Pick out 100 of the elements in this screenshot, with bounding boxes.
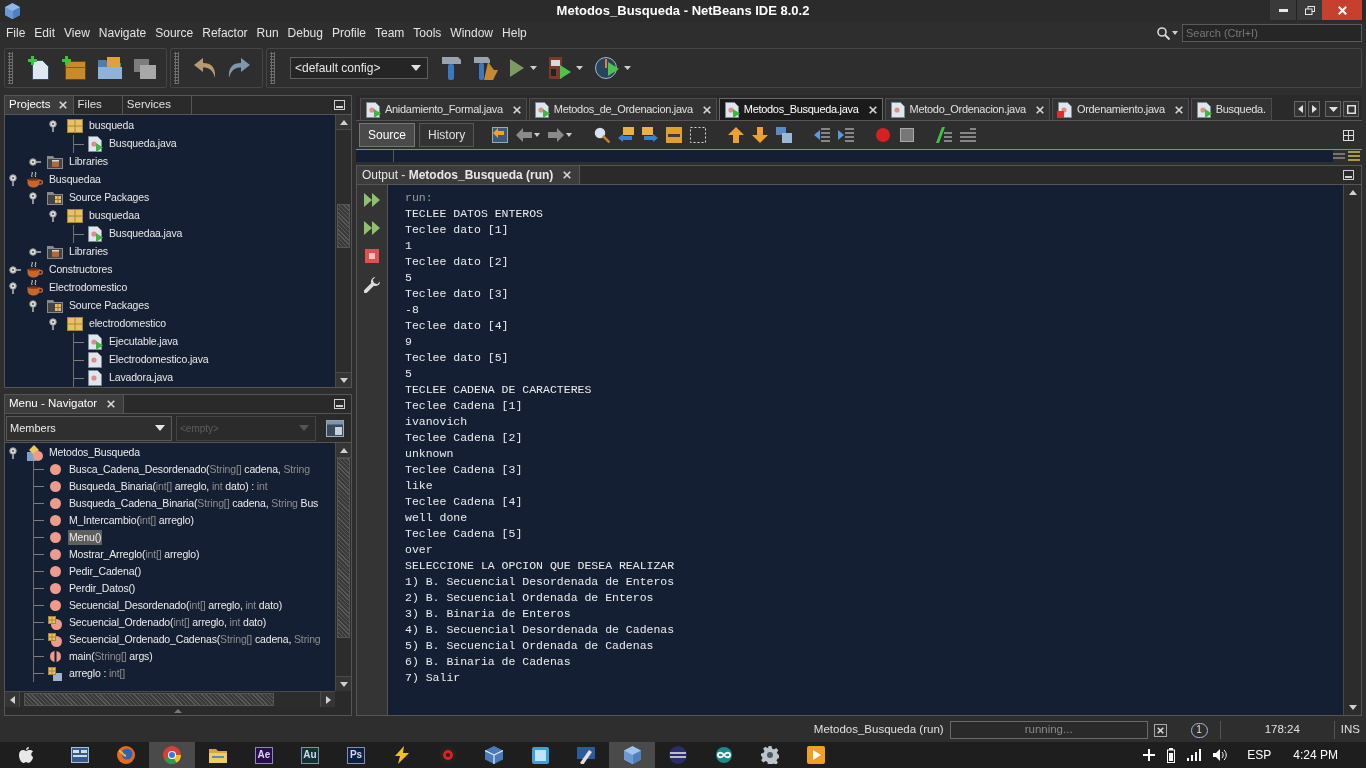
menu-item[interactable]: Help [498,24,531,42]
toolbar-grip[interactable] [174,52,179,84]
up-arrow-icon[interactable] [728,127,745,143]
find-previous-icon[interactable] [618,127,635,143]
plus-icon[interactable] [1143,749,1156,761]
expander-icon[interactable] [9,266,21,274]
caret-icon[interactable] [624,66,631,70]
gauge-icon[interactable] [595,56,619,80]
down-arrow-icon[interactable] [339,377,348,383]
close-icon[interactable] [1156,726,1164,734]
close-icon[interactable] [107,400,116,408]
expander-icon[interactable] [29,192,37,204]
expander-icon[interactable] [29,158,41,166]
up-arrow-icon[interactable] [339,119,348,125]
new-file-icon[interactable] [28,56,50,80]
tree-item-label[interactable]: busqueda [89,118,134,134]
scrollbar[interactable] [5,691,335,707]
menu-item[interactable]: View [60,24,94,42]
search-icon[interactable] [594,127,611,143]
member-label[interactable]: Pedir_Cadena() [68,563,143,580]
down-arrow-icon[interactable] [1348,705,1357,710]
scrollbar-thumb[interactable] [24,693,274,706]
open-folder-icon[interactable] [98,57,122,79]
config-dropdown[interactable]: <default config> [290,57,428,79]
expander-icon[interactable] [29,248,41,256]
editor-tab[interactable]: Busqueda. [1190,98,1272,120]
expander-icon[interactable] [9,174,17,186]
battery-icon[interactable] [1167,747,1176,763]
tree-item-label[interactable]: Busqueda.java [109,136,177,152]
member-label[interactable]: Menu() [68,529,103,546]
tree-item-label[interactable]: Metodos_Busqueda [49,444,140,461]
right-arrow-icon[interactable] [548,127,565,143]
close-button[interactable] [1322,0,1362,20]
close-icon[interactable] [868,105,877,114]
pages-icon[interactable] [134,57,156,79]
menu-item[interactable]: Refactor [198,24,252,42]
overlapping-squares-icon[interactable] [776,127,793,143]
double-line-icon[interactable] [1333,153,1345,159]
member-label[interactable]: arreglo : int[] [68,665,127,682]
search-field[interactable]: Search (Ctrl+I) [1182,24,1362,42]
editor-tab[interactable]: Anidamiento_Formal.java [360,98,527,120]
wrench-icon[interactable] [364,277,380,293]
tree-item-label[interactable]: Constructores [49,262,113,278]
editor-tab[interactable]: Ordenamiento.java [1051,98,1189,120]
language-indicator[interactable]: ESP [1247,746,1272,764]
signal-icon[interactable] [1187,749,1202,761]
taskbar-button[interactable]: Ae [241,742,287,768]
tree-item-label[interactable]: Busquedaa [49,172,101,188]
hammer-broom-icon[interactable] [474,56,498,80]
record-icon[interactable] [876,128,891,142]
expander-icon[interactable] [9,446,17,459]
down-arrow-icon[interactable] [339,681,348,687]
tree-item-label[interactable]: Source Packages [69,190,150,206]
close-icon[interactable] [702,105,711,114]
members-dropdown[interactable]: Members [6,415,172,441]
member-label[interactable]: Busqueda_Binaria(int[] arreglo, int dato) : int [68,478,269,495]
menu-item[interactable]: Profile [328,24,370,42]
down-arrow-icon[interactable] [1328,106,1338,112]
down-arrow-icon[interactable] [752,127,769,143]
close-icon[interactable] [1035,105,1044,114]
slash-lines-icon[interactable] [936,127,953,143]
editor-tab[interactable]: Metodos_Busqueda.java [718,98,883,120]
minimize-button[interactable] [1270,0,1296,20]
editor-tab[interactable]: Metodos_de_Ordenacion.java [528,98,717,120]
undo-icon[interactable] [194,58,216,78]
find-next-icon[interactable] [642,127,659,143]
caret-icon[interactable] [530,66,537,70]
member-label[interactable]: Secuencial_Ordenado_Cadenas(String[] cadena, String [68,631,322,648]
clock-text[interactable]: 4:24 PM [1293,746,1338,764]
up-arrow-icon[interactable] [339,447,348,453]
caret-icon[interactable] [576,66,583,70]
menu-item[interactable]: Team [371,24,409,42]
member-label[interactable]: Secuencial_Ordenado(int[] arreglo, int dato) [68,614,268,631]
member-label[interactable]: Mostrar_Arreglo(int[] arreglo) [68,546,201,563]
restore-button[interactable] [1296,0,1322,20]
right-arrow-icon[interactable] [1311,105,1317,113]
resize-handle-icon[interactable] [174,709,182,713]
lines-icon[interactable] [960,127,977,143]
expander-icon[interactable] [29,300,37,312]
tree-item-label[interactable]: Busquedaa.java [109,226,183,242]
view-toggle[interactable]: History [419,123,475,147]
member-label[interactable]: Busca_Cadena_Desordenado(String[] cadena, String [68,461,311,478]
member-label[interactable]: Busqueda_Cadena_Binaria(String[] cadena, String Bus [68,495,320,512]
scrollbar[interactable] [335,115,351,387]
tree-item-label[interactable]: Ejecutable.java [109,334,178,350]
shift-left-icon[interactable] [814,127,831,143]
member-label[interactable]: Perdir_Datos() [68,580,137,597]
close-icon[interactable] [58,101,67,109]
caret-icon[interactable] [155,425,165,431]
menu-item[interactable]: Run [252,24,283,42]
editor-area[interactable] [356,149,1362,162]
double-play-icon[interactable] [364,221,380,235]
scrollbar-thumb[interactable] [337,204,350,248]
scrollbar[interactable] [335,443,351,691]
stop-icon[interactable] [900,128,915,142]
menu-item[interactable]: Window [446,24,498,42]
tree-item-label[interactable]: Source Packages [69,298,150,314]
tree-item-label[interactable]: Libraries [69,244,108,260]
member-label[interactable]: Secuencial_Desordenado(int[] arreglo, int dato) [68,597,284,614]
tree-item-label[interactable]: electrodomestico [89,316,166,332]
